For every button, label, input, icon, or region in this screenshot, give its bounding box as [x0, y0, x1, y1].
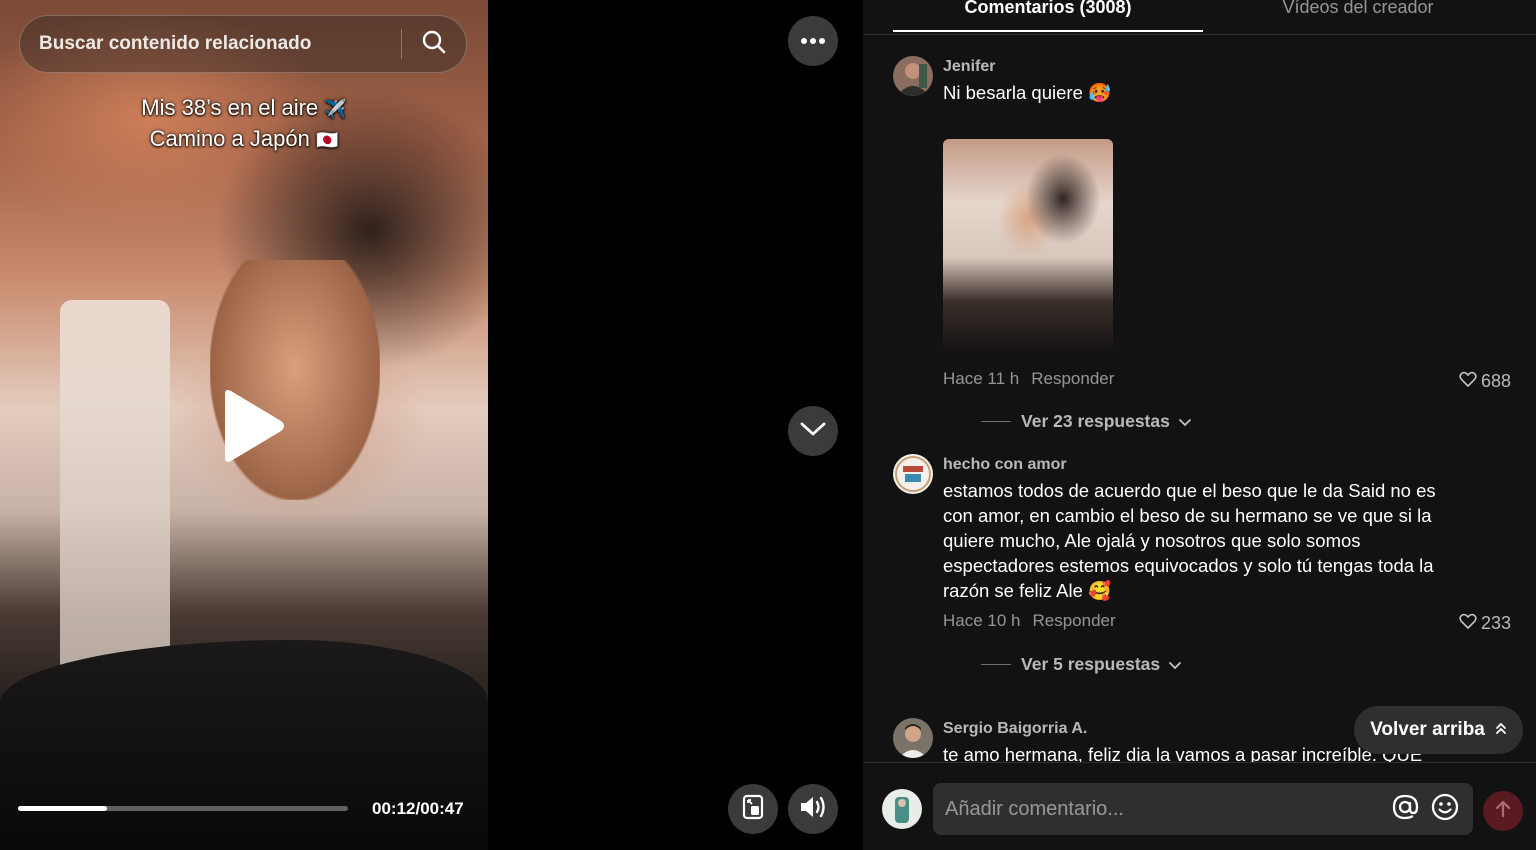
reply-button[interactable]: Responder	[1031, 369, 1114, 388]
pip-icon	[741, 794, 765, 825]
view-replies-button[interactable]: Ver 23 respuestas	[981, 411, 1192, 432]
like-button[interactable]: 688	[1459, 371, 1511, 392]
back-to-top-button[interactable]: Volver arriba	[1354, 706, 1523, 754]
search-icon	[421, 29, 447, 60]
reply-button[interactable]: Responder	[1033, 611, 1116, 630]
replies-divider	[981, 664, 1011, 665]
tab-creator-videos[interactable]: Vídeos del creador	[1203, 0, 1513, 32]
send-comment-button[interactable]	[1483, 791, 1523, 831]
comment-time: Hace 11 h	[943, 369, 1020, 388]
heart-icon	[1459, 613, 1477, 634]
mention-button[interactable]	[1385, 789, 1425, 829]
like-count: 688	[1480, 371, 1511, 391]
caption-plane-emoji: ✈️	[324, 99, 347, 119]
next-video-button[interactable]	[788, 406, 838, 456]
comment-input[interactable]	[933, 783, 1385, 835]
video-player[interactable]: Mis 38’s en el aire ✈️ Camino a Japón 🇯🇵…	[0, 0, 488, 850]
video-progress-fill	[18, 806, 108, 811]
comments-panel: Comentarios (3008) Vídeos del creador Je…	[863, 0, 1536, 850]
chevron-down-icon	[800, 421, 826, 442]
double-chevron-up-icon	[1495, 719, 1507, 741]
at-icon	[1391, 793, 1419, 826]
comment-text: Ni besarla quiere 🥵	[943, 82, 1112, 103]
chevron-down-icon	[1168, 654, 1182, 675]
video-progress-bar[interactable]	[18, 806, 348, 811]
video-frame-seat	[60, 300, 170, 690]
view-replies-label: Ver 23 respuestas	[1021, 411, 1170, 431]
replies-divider	[981, 421, 1011, 422]
comment-time: Hace 10 h	[943, 611, 1021, 630]
like-count: 233	[1480, 613, 1511, 633]
video-caption: Mis 38’s en el aire ✈️ Camino a Japón 🇯🇵	[0, 93, 488, 155]
comment-meta: Hace 11 h Responder	[943, 369, 1114, 389]
search-button[interactable]	[402, 16, 466, 72]
heart-icon	[1459, 371, 1477, 392]
more-icon	[800, 32, 826, 50]
emoji-button[interactable]	[1425, 789, 1465, 829]
related-search-bar	[19, 15, 467, 73]
caption-line-2: Camino a Japón	[149, 126, 310, 151]
view-replies-button[interactable]: Ver 5 respuestas	[981, 654, 1182, 675]
comment-input-wrapper	[933, 783, 1473, 835]
video-time: 00:12/00:47	[372, 799, 464, 818]
comment-username[interactable]: hecho con amor	[943, 454, 1483, 476]
play-button[interactable]	[212, 388, 292, 468]
volume-button[interactable]	[788, 784, 838, 834]
video-area: Mis 38’s en el aire ✈️ Camino a Japón 🇯🇵…	[0, 0, 863, 850]
caption-line-1: Mis 38’s en el aire	[141, 95, 319, 120]
related-search-input[interactable]	[20, 16, 401, 72]
back-to-top-label: Volver arriba	[1370, 719, 1485, 740]
avatar[interactable]	[893, 718, 933, 758]
comment-image[interactable]	[943, 139, 1113, 355]
avatar[interactable]	[893, 56, 933, 96]
comment-text: estamos todos de acuerdo que el beso que…	[943, 480, 1436, 601]
tab-comments[interactable]: Comentarios (3008)	[893, 0, 1203, 32]
volume-icon	[799, 795, 827, 824]
emoji-icon	[1431, 793, 1459, 826]
comment-body: hecho con amor estamos todos de acuerdo …	[943, 454, 1483, 603]
current-user-avatar	[882, 789, 922, 829]
comment-compose-bar	[863, 762, 1536, 850]
view-replies-label: Ver 5 respuestas	[1021, 654, 1161, 674]
caption-flag-emoji: 🇯🇵	[315, 130, 339, 150]
chevron-down-icon	[1178, 411, 1192, 432]
arrow-up-icon	[1495, 800, 1511, 823]
comment-username[interactable]: Jenifer	[943, 56, 1483, 78]
comment-body: Jenifer Ni besarla quiere 🥵	[943, 56, 1483, 105]
panel-tabs: Comentarios (3008) Vídeos del creador	[863, 0, 1536, 35]
play-icon	[217, 388, 287, 469]
avatar[interactable]	[893, 454, 933, 494]
comment-list[interactable]: Jenifer Ni besarla quiere 🥵 Hace 11 h Res…	[863, 36, 1536, 762]
comment-item: hecho con amor estamos todos de acuerdo …	[893, 454, 1523, 684]
picture-in-picture-button[interactable]	[728, 784, 778, 834]
more-options-button[interactable]	[788, 16, 838, 66]
comment-meta: Hace 10 h Responder	[943, 611, 1116, 631]
comment-item: Jenifer Ni besarla quiere 🥵 Hace 11 h Res…	[893, 56, 1523, 431]
like-button[interactable]: 233	[1459, 613, 1511, 634]
